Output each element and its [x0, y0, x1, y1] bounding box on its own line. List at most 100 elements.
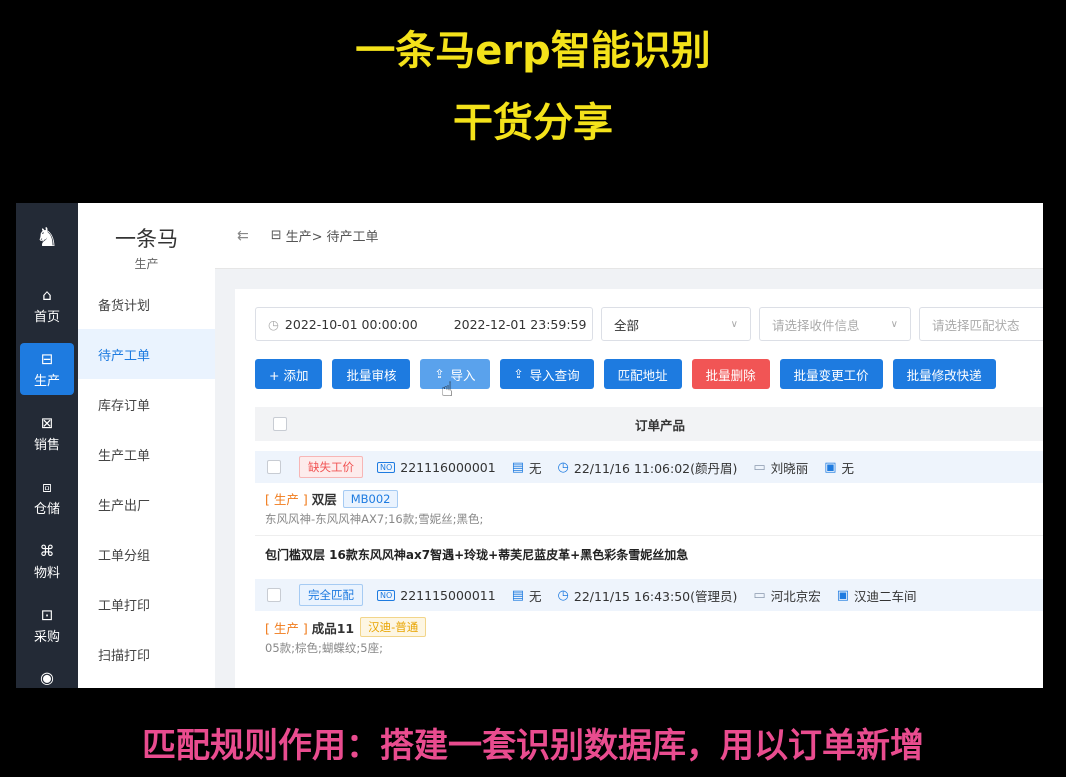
order-customer: ▭ 河北京宏	[753, 586, 820, 605]
batch-change-price-button[interactable]: 批量变更工价	[779, 359, 883, 389]
top-bar: ⇇ ⊟ 生产> 待产工单	[215, 203, 1043, 269]
main-content: ◷ 2022-10-01 00:00:00 2022-12-01 23:59:5…	[235, 289, 1043, 688]
mouse-pointer-icon: ☝	[441, 377, 454, 401]
match-address-button[interactable]: 匹配地址	[603, 359, 682, 389]
workshop-icon: ▣	[836, 587, 849, 603]
date-start: 2022-10-01 00:00:00	[284, 316, 418, 332]
workshop-icon: ▣	[824, 459, 837, 475]
status-badge: 缺失工价	[299, 456, 363, 478]
submenu-item-grouping[interactable]: 工单分组	[78, 529, 215, 579]
note-icon: ▤	[511, 459, 525, 475]
select-all-checkbox[interactable]	[273, 417, 287, 431]
submenu-item-pending-orders[interactable]: 待产工单	[78, 329, 215, 379]
clock-icon: ◷	[557, 587, 569, 603]
number-icon: NO	[377, 461, 396, 473]
scope-select[interactable]: 全部 ∨	[601, 307, 751, 341]
customer-icon: ▭	[753, 459, 766, 475]
submenu-item-print[interactable]: 工单打印	[78, 579, 215, 629]
collapse-menu-icon[interactable]: ⇇	[237, 228, 249, 244]
product-name: 双层	[311, 492, 337, 507]
rail-item-materials[interactable]: ⌘ 物料	[16, 529, 78, 593]
column-order-products: 订单产品	[635, 417, 686, 433]
rail-item-sales[interactable]: ⊠ 销售	[16, 401, 78, 465]
brand-name: 一条马	[115, 227, 178, 251]
order-card: 缺失工价 NO 221116000001 ▤ 无 ◷ 22/11/16 11:0…	[255, 451, 1043, 569]
settings-circle-icon[interactable]: ◉	[16, 657, 78, 688]
order-header: 缺失工价 NO 221116000001 ▤ 无 ◷ 22/11/16 11:0…	[255, 451, 1043, 483]
order-checkbox[interactable]	[267, 588, 281, 602]
order-number: NO 221116000001	[377, 460, 496, 475]
rail-item-label: 仓储	[33, 501, 60, 517]
table-header: 订单产品	[255, 407, 1043, 441]
batch-review-button[interactable]: 批量审核	[332, 359, 411, 389]
sales-icon: ⊠	[40, 413, 54, 432]
order-number: NO 221115000011	[377, 588, 496, 603]
order-note: ▤ 无	[512, 586, 542, 605]
status-badge: 完全匹配	[299, 584, 363, 606]
receiver-select[interactable]: 请选择收件信息 ∨	[759, 307, 911, 341]
submenu-item-work-orders[interactable]: 生产工单	[78, 429, 215, 479]
product-line: [ 生产 ] 双层 MB002	[255, 483, 1043, 508]
order-workshop-value: 汉迪二车间	[854, 588, 917, 604]
filter-bar: ◷ 2022-10-01 00:00:00 2022-12-01 23:59:5…	[255, 307, 1043, 341]
order-time: ◷ 22/11/16 11:06:02(颜丹眉)	[558, 458, 738, 477]
rail-item-production[interactable]: ⊟ 生产	[20, 343, 74, 395]
order-number-value: 221115000011	[400, 587, 496, 603]
scope-value: 全部	[614, 317, 640, 333]
main-nav-rail: ♞ ⌂ 首页 ⊟ 生产 ⊠ 销售 ⧈ 仓储 ⌘ 物料 ⊡ 采购 ◉	[16, 203, 78, 688]
batch-edit-express-button[interactable]: 批量修改快递	[892, 359, 996, 389]
number-icon: NO	[377, 589, 396, 601]
order-number-value: 221116000001	[400, 459, 496, 475]
clock-icon: ◷	[557, 459, 569, 475]
submenu-item-scan-print[interactable]: 扫描打印	[78, 629, 215, 679]
order-checkbox[interactable]	[267, 460, 281, 474]
materials-icon: ⌘	[39, 541, 55, 560]
order-workshop: ▣ 无	[824, 458, 854, 477]
rail-item-label: 物料	[33, 565, 60, 581]
import-label: 导入	[450, 367, 476, 383]
breadcrumb-section[interactable]: 生产>	[286, 226, 323, 245]
rail-item-home[interactable]: ⌂ 首页	[16, 273, 78, 337]
upload-icon: ⇪	[513, 367, 524, 381]
order-time: ◷ 22/11/15 16:43:50(管理员)	[558, 586, 738, 605]
rail-item-label: 采购	[33, 629, 60, 645]
match-status-select[interactable]: 请选择匹配状态	[919, 307, 1043, 341]
product-code-tag: MB002	[342, 489, 399, 508]
rail-item-label: 首页	[33, 309, 60, 325]
product-code-tag: 汉迪-普通	[360, 617, 427, 637]
brand-section: 生产	[134, 257, 159, 271]
submenu-item-stock-plan[interactable]: 备货计划	[78, 279, 215, 329]
date-end: 2022-12-01 23:59:59	[453, 316, 587, 332]
import-button[interactable]: ⇪ 导入	[420, 359, 490, 389]
add-button[interactable]: + 添加	[255, 359, 323, 389]
order-workshop: ▣ 汉迪二车间	[837, 586, 917, 605]
rail-item-warehouse[interactable]: ⧈ 仓储	[16, 465, 78, 529]
overlay-caption: 匹配规则作用：搭建一套识别数据库，用以订单新增	[142, 726, 924, 766]
overlay-title-line2: 干货分享	[453, 100, 613, 146]
match-placeholder: 请选择匹配状态	[932, 317, 1020, 333]
order-header: 完全匹配 NO 221115000011 ▤ 无 ◷ 22/11/15 16:4…	[255, 579, 1043, 611]
chevron-down-icon: ∨	[890, 318, 898, 330]
product-name: 成品11	[311, 620, 355, 636]
breadcrumb-page: 待产工单	[326, 230, 379, 245]
date-range-picker[interactable]: ◷ 2022-10-01 00:00:00 2022-12-01 23:59:5…	[255, 307, 593, 341]
warehouse-icon: ⧈	[42, 477, 52, 496]
order-customer-value: 刘晓丽	[770, 460, 809, 476]
submenu-item-dispatch[interactable]: 生产出厂	[78, 479, 215, 529]
production-icon: ⊟	[40, 349, 54, 368]
batch-delete-button[interactable]: 批量删除	[691, 359, 770, 389]
overlay-title-line1: 一条马erp智能识别	[355, 28, 711, 74]
product-line: [ 生产 ] 成品11 汉迪-普通	[255, 611, 1043, 637]
submenu-item-stock-orders[interactable]: 库存订单	[78, 379, 215, 429]
production-icon: ⊟	[270, 228, 282, 243]
product-kind: [ 生产 ]	[265, 492, 308, 507]
order-card: 完全匹配 NO 221115000011 ▤ 无 ◷ 22/11/15 16:4…	[255, 579, 1043, 656]
import-query-label: 导入查询	[529, 367, 580, 383]
product-spec: 05款;棕色;蝴蝶纹;5座;	[265, 641, 383, 655]
import-query-button[interactable]: ⇪ 导入查询	[499, 359, 594, 389]
rail-item-purchase[interactable]: ⊡ 采购	[16, 593, 78, 657]
order-customer: ▭ 刘晓丽	[753, 458, 808, 477]
clock-icon: ◷	[268, 316, 279, 332]
product-kind: [ 生产 ]	[265, 620, 308, 636]
horse-logo-icon: ♞	[35, 223, 59, 253]
